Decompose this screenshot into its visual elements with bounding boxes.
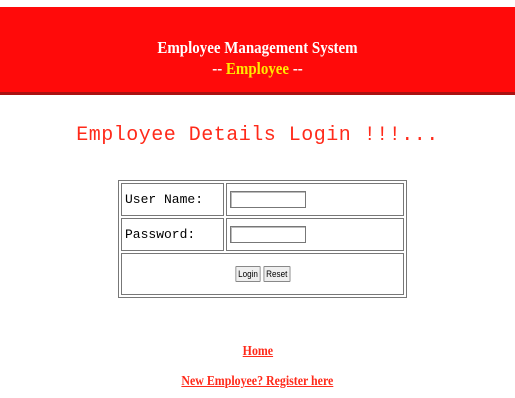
buttons-cell: Login Reset bbox=[121, 253, 404, 295]
app-subtitle: -- Employee -- bbox=[31, 59, 484, 79]
page-heading: Employee Details Login !!!... bbox=[76, 124, 439, 147]
login-button[interactable]: Login bbox=[235, 266, 261, 282]
subtitle-prefix: -- bbox=[212, 59, 226, 78]
login-form-table: User Name: Password: Login Reset bbox=[118, 180, 407, 298]
password-input[interactable] bbox=[230, 226, 306, 243]
username-input[interactable] bbox=[230, 191, 306, 208]
header-banner: Employee Management System -- Employee -… bbox=[0, 7, 515, 95]
reset-button[interactable]: Reset bbox=[263, 266, 290, 282]
password-row: Password: bbox=[121, 218, 404, 251]
subtitle-text: Employee bbox=[225, 59, 290, 78]
home-link-row: Home bbox=[0, 344, 515, 360]
buttons-row: Login Reset bbox=[121, 253, 404, 295]
username-cell bbox=[226, 183, 404, 216]
username-row: User Name: bbox=[121, 183, 404, 216]
password-cell bbox=[226, 218, 404, 251]
home-link[interactable]: Home bbox=[242, 344, 272, 360]
subtitle-suffix: -- bbox=[289, 59, 303, 78]
app-title: Employee Management System bbox=[157, 38, 358, 57]
register-link-row: New Employee? Register here bbox=[0, 374, 515, 390]
register-link[interactable]: New Employee? Register here bbox=[182, 374, 334, 390]
username-label: User Name: bbox=[121, 183, 224, 216]
password-label: Password: bbox=[121, 218, 224, 251]
